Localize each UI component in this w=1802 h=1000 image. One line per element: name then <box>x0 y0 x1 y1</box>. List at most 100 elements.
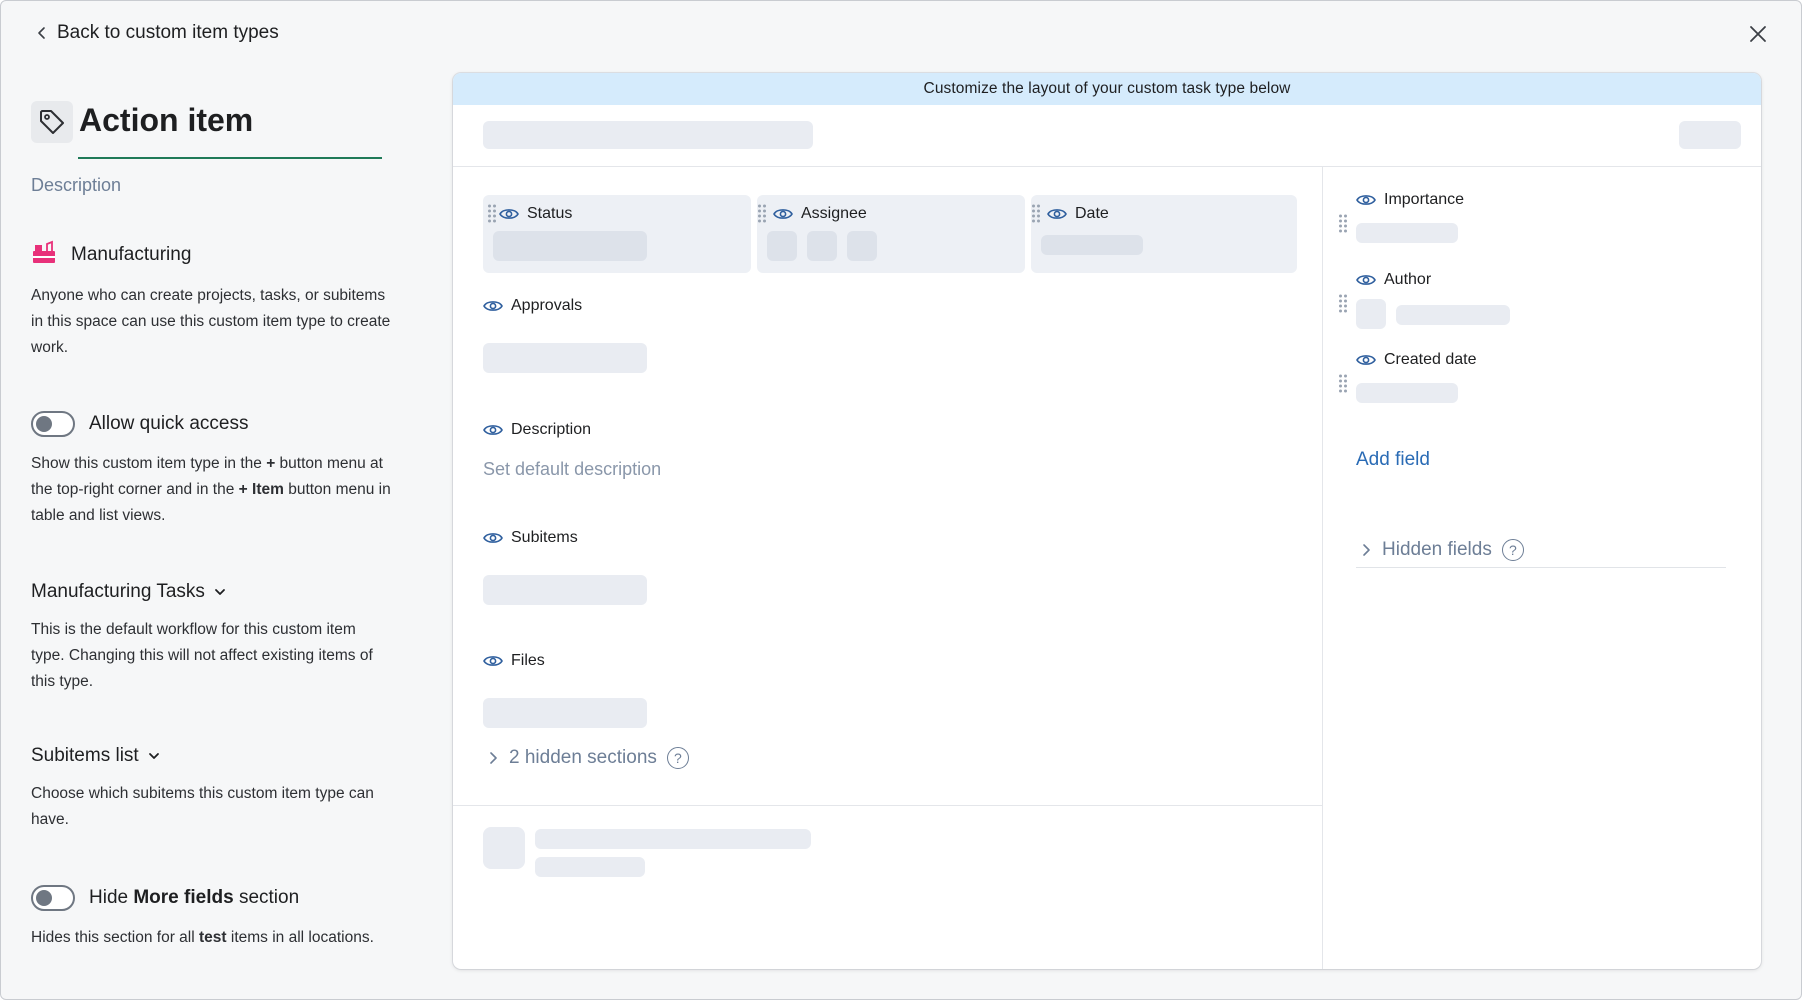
quick-access-toggle[interactable] <box>31 411 75 437</box>
hidden-sections-label: 2 hidden sections <box>509 747 657 768</box>
manufacturing-icon <box>31 240 57 269</box>
workflow-label: Manufacturing Tasks <box>31 581 205 602</box>
tag-icon[interactable] <box>31 101 73 143</box>
eye-icon[interactable] <box>1356 353 1376 367</box>
hide-more-fields-description: Hides this section for all test items in… <box>31 925 391 951</box>
hide-more-fields-label: Hide More fields section <box>89 887 299 909</box>
help-icon[interactable]: ? <box>1501 539 1524 561</box>
eye-icon[interactable] <box>1356 273 1376 287</box>
card-header <box>453 105 1761 167</box>
close-button[interactable] <box>1745 21 1771 47</box>
modal-frame: Back to custom item types Action item De… <box>0 0 1802 1000</box>
eye-icon[interactable] <box>1356 193 1376 207</box>
section-description[interactable]: Description <box>483 421 591 439</box>
eye-icon[interactable] <box>483 654 503 668</box>
workflow-description: This is the default workflow for this cu… <box>31 621 373 690</box>
drag-handle-icon[interactable] <box>1031 203 1041 223</box>
eye-icon[interactable] <box>483 531 503 545</box>
field-card-status[interactable]: Status <box>483 195 751 273</box>
title-row: Action item <box>31 101 391 143</box>
back-link-label: Back to custom item types <box>57 22 279 43</box>
subitems-list-label: Subitems list <box>31 745 139 766</box>
back-link[interactable]: Back to custom item types <box>35 20 279 46</box>
quick-access-row: Allow quick access <box>31 411 391 437</box>
description-placeholder[interactable]: Set default description <box>483 459 661 480</box>
main-column: Status Assignee Date Approvals Descripti… <box>453 167 1323 969</box>
section-label: Files <box>511 652 545 669</box>
author-avatar-skeleton <box>1356 299 1386 329</box>
field-label: Importance <box>1384 191 1465 208</box>
hidden-fields-toggle[interactable]: Hidden fields ? <box>1360 539 1524 561</box>
qa-text-item: + Item <box>238 481 284 498</box>
drag-handle-icon[interactable] <box>487 203 497 223</box>
workflow-dropdown[interactable]: Manufacturing Tasks <box>31 581 391 603</box>
status-skeleton <box>493 231 647 261</box>
page-title[interactable]: Action item <box>79 102 253 143</box>
field-label: Status <box>527 205 573 222</box>
space-description: Anyone who can create projects, tasks, o… <box>31 287 391 356</box>
quick-access-description: Show this custom item type in the + butt… <box>31 451 391 529</box>
eye-icon[interactable] <box>773 207 793 221</box>
space-row: Manufacturing <box>31 240 391 269</box>
drag-handle-icon[interactable] <box>1338 373 1348 393</box>
side-divider <box>1356 567 1726 568</box>
title-underline <box>78 157 382 159</box>
subitems-list-dropdown[interactable]: Subitems list <box>31 745 391 767</box>
space-name: Manufacturing <box>71 243 192 265</box>
side-field-author[interactable]: Author <box>1356 271 1431 289</box>
drag-handle-icon[interactable] <box>1338 293 1348 313</box>
field-label: Author <box>1384 271 1432 288</box>
created-date-skeleton <box>1356 383 1458 403</box>
field-card-assignee[interactable]: Assignee <box>757 195 1025 273</box>
header-action-skeleton <box>1679 121 1741 149</box>
chevron-right-icon <box>490 752 497 764</box>
add-field-button[interactable]: Add field <box>1356 449 1430 471</box>
chevron-down-icon <box>215 589 225 595</box>
hm-text-1: Hides this section for all <box>31 929 199 946</box>
eye-icon[interactable] <box>483 299 503 313</box>
footer-line-skeleton <box>535 857 645 877</box>
close-icon <box>1750 26 1766 42</box>
field-card-date[interactable]: Date <box>1031 195 1297 273</box>
footer-line-skeleton <box>535 829 811 849</box>
section-files[interactable]: Files <box>483 652 545 670</box>
field-head-assignee: Assignee <box>773 205 867 223</box>
help-icon[interactable]: ? <box>666 747 689 769</box>
layout-preview-card: Customize the layout of your custom task… <box>453 73 1761 969</box>
subitems-skeleton <box>483 575 647 605</box>
files-skeleton <box>483 698 647 728</box>
side-column: Importance Author Created date Add field… <box>1324 167 1761 969</box>
hide-more-fields-row: Hide More fields section <box>31 885 391 911</box>
avatar-skeleton <box>847 231 877 261</box>
author-name-skeleton <box>1396 305 1510 325</box>
section-subitems[interactable]: Subitems <box>483 529 578 547</box>
qa-text-1: Show this custom item type in the <box>31 455 267 472</box>
quick-access-label: Allow quick access <box>89 413 249 434</box>
hm-text-bold: test <box>199 929 227 946</box>
side-field-importance[interactable]: Importance <box>1356 191 1464 209</box>
hm-label-bold: More fields <box>133 887 234 908</box>
eye-icon[interactable] <box>483 423 503 437</box>
hm-label-1: Hide <box>89 887 134 908</box>
eye-icon[interactable] <box>499 207 519 221</box>
footer-divider <box>453 805 1323 806</box>
side-field-created-date[interactable]: Created date <box>1356 351 1477 369</box>
field-head-date: Date <box>1047 205 1109 223</box>
layout-banner: Customize the layout of your custom task… <box>453 73 1761 105</box>
section-label: Approvals <box>511 297 583 314</box>
description-link[interactable]: Description <box>31 175 391 196</box>
hidden-sections-toggle[interactable]: 2 hidden sections ? <box>487 747 689 769</box>
settings-panel: Action item Description Manufacturing An… <box>31 101 391 951</box>
chevron-left-icon <box>35 26 49 40</box>
eye-icon[interactable] <box>1047 207 1067 221</box>
section-approvals[interactable]: Approvals <box>483 297 582 315</box>
field-head-status: Status <box>499 205 572 223</box>
drag-handle-icon[interactable] <box>757 203 767 223</box>
field-label: Created date <box>1384 351 1477 368</box>
avatar-skeleton <box>767 231 797 261</box>
hide-more-fields-toggle[interactable] <box>31 885 75 911</box>
section-label: Subitems <box>511 529 578 546</box>
subitems-list-description: Choose which subitems this custom item t… <box>31 785 374 828</box>
chevron-down-icon <box>148 753 159 759</box>
drag-handle-icon[interactable] <box>1338 213 1348 233</box>
